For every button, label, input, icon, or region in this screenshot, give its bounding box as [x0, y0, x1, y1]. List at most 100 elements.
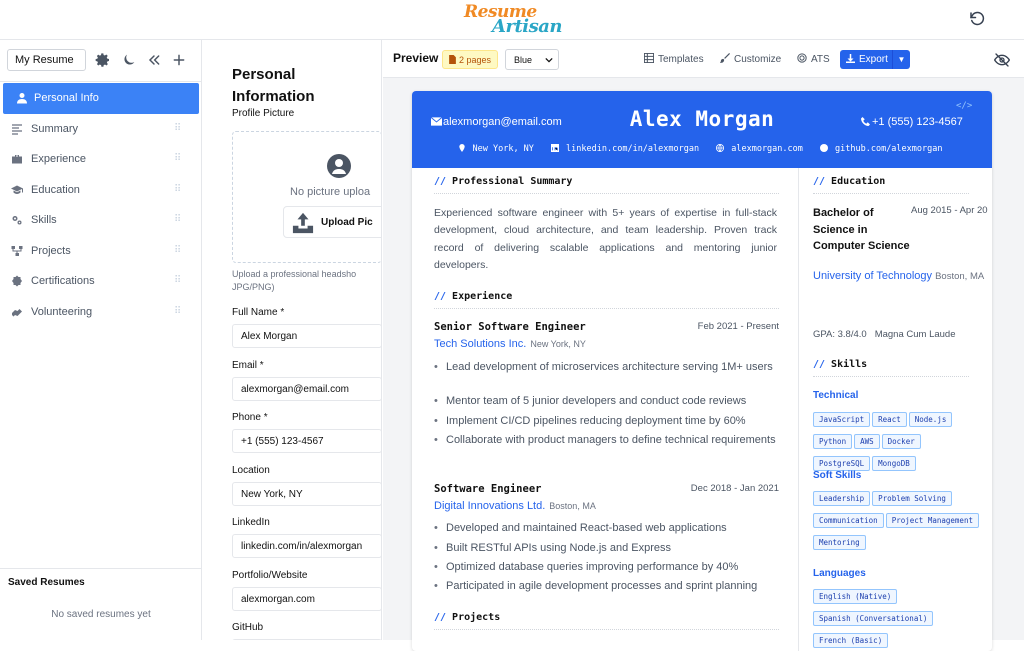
section-divider [434, 308, 779, 309]
job-bullet: Lead development of microservices archit… [434, 360, 779, 376]
resume-side-column: //Education Bachelor of Science in Compu… [798, 168, 992, 651]
saved-resumes-empty: No saved resumes yet [51, 609, 151, 620]
skill-tag: MongoDB [872, 456, 916, 471]
page-count-badge: 2 pages [442, 50, 498, 69]
resume-website[interactable]: alexmorgan.com [716, 144, 807, 154]
education-degree: Bachelor of Science in Computer Science [813, 207, 910, 252]
website-input[interactable]: alexmorgan.com [232, 587, 381, 611]
job-bullet: Collaborate with product managers to def… [434, 433, 779, 449]
location-input[interactable]: New York, NY [232, 482, 381, 506]
preview-toolbar: Preview 2 pages Blue Templates Customize… [383, 40, 1024, 78]
sidebar-item-personal-info[interactable]: Personal Info [3, 83, 199, 114]
sidebar-item-summary[interactable]: Summary ⠿ [0, 114, 202, 145]
drag-handle-icon[interactable]: ⠿ [174, 214, 181, 225]
download-icon [846, 54, 855, 63]
drag-handle-icon[interactable]: ⠿ [174, 275, 181, 286]
export-dropdown-caret[interactable]: ▼ [892, 50, 910, 69]
sidebar-item-experience[interactable]: Experience ⠿ [0, 144, 202, 175]
sidebar-item-label: Skills [31, 214, 57, 226]
saved-resumes-title: Saved Resumes [8, 577, 85, 588]
profile-picture-label: Profile Picture [232, 108, 295, 119]
resume-github[interactable]: github.com/alexmorgan [820, 144, 946, 154]
skill-tag: PostgreSQL [813, 456, 871, 471]
customize-button[interactable]: Customize [720, 53, 781, 65]
eye-slash-icon[interactable] [994, 53, 1010, 67]
sidebar-item-volunteering[interactable]: Volunteering ⠿ [0, 297, 202, 328]
sidebar: My Resume Personal Info Summary ⠿ Experi… [0, 40, 202, 640]
email-input[interactable]: alexmorgan@email.com [232, 377, 381, 401]
ats-button[interactable]: ATS [797, 53, 830, 65]
drag-handle-icon[interactable]: ⠿ [174, 123, 181, 134]
drag-handle-icon[interactable]: ⠿ [174, 306, 181, 317]
phone-label: Phone * [232, 412, 268, 423]
collapse-icon[interactable] [146, 52, 162, 68]
drag-handle-icon[interactable]: ⠿ [174, 245, 181, 256]
resume-linkedin[interactable]: linkedin.com/in/alexmorgan [551, 144, 703, 154]
resume-linkedin-text: linkedin.com/in/alexmorgan [566, 144, 700, 154]
skill-tag: Mentoring [813, 535, 866, 550]
section-divider [813, 193, 969, 194]
phone-icon [861, 117, 870, 126]
gear-icon[interactable] [95, 52, 111, 68]
sitemap-icon [11, 245, 23, 256]
section-divider [434, 193, 779, 194]
upload-picture-button[interactable]: Upload Pic [283, 206, 381, 238]
skill-category: Technical [813, 390, 859, 401]
profile-picture-dropzone[interactable]: No picture uploa Upload Pic [232, 131, 381, 263]
resume-phone: +1 (555) 123-4567 [860, 116, 963, 128]
resume-phone-text: +1 (555) 123-4567 [872, 116, 963, 128]
projects-heading: //Projects [434, 612, 501, 623]
sidebar-item-certifications[interactable]: Certifications ⠿ [0, 266, 202, 297]
section-divider [434, 629, 779, 630]
theme-select[interactable]: Blue [505, 49, 559, 70]
job-title: Senior Software Engineer [434, 321, 586, 333]
github-label: GitHub [232, 622, 264, 633]
resume-website-text: alexmorgan.com [731, 144, 803, 154]
upload-icon [292, 212, 314, 234]
avatar-placeholder-icon [327, 154, 351, 178]
upload-picture-label: Upload Pic [321, 217, 373, 228]
moon-icon[interactable] [121, 52, 137, 68]
plus-icon[interactable] [171, 52, 187, 68]
skill-tag: JavaScript [813, 412, 871, 427]
undo-icon[interactable] [968, 10, 986, 28]
templates-button[interactable]: Templates [643, 52, 704, 65]
sidebar-item-label: Certifications [31, 275, 95, 287]
linkedin-input[interactable]: linkedin.com/in/alexmorgan [232, 534, 381, 558]
resume-name-input[interactable]: My Resume [7, 49, 86, 71]
preview-pane: Preview 2 pages Blue Templates Customize… [383, 40, 1024, 651]
drag-handle-icon[interactable]: ⠿ [174, 184, 181, 195]
skill-tags: English (Native) Spanish (Conversational)… [813, 586, 983, 651]
chevron-down-icon [545, 57, 553, 63]
website-label: Portfolio/Website [232, 570, 308, 581]
full-name-input[interactable]: Alex Morgan [232, 324, 381, 348]
drag-handle-icon[interactable]: ⠿ [174, 153, 181, 164]
export-button[interactable]: Export ▼ [840, 50, 910, 69]
ats-label: ATS [811, 54, 830, 65]
education-heading: //Education [813, 176, 886, 187]
export-label: Export [859, 54, 888, 65]
phone-input[interactable]: +1 (555) 123-4567 [232, 429, 381, 453]
top-bar: Resume Artisan [0, 0, 1024, 40]
sidebar-item-education[interactable]: Education ⠿ [0, 175, 202, 206]
personal-info-form: Personal Information Profile Picture No … [202, 40, 382, 640]
theme-select-value: Blue [514, 55, 533, 65]
globe-icon [716, 144, 725, 153]
sidebar-item-projects[interactable]: Projects ⠿ [0, 236, 202, 267]
full-name-label: Full Name * [232, 307, 285, 318]
skill-tag: English (Native) [813, 589, 898, 604]
resume-location-text: New York, NY [472, 144, 534, 154]
linkedin-icon [551, 144, 560, 152]
app-logo[interactable]: Resume Artisan [462, 2, 563, 38]
skill-category: Languages [813, 568, 866, 579]
saved-resumes-panel: Saved Resumes No saved resumes yet [0, 568, 202, 640]
email-label: Email * [232, 360, 264, 371]
sidebar-item-skills[interactable]: Skills ⠿ [0, 205, 202, 236]
skill-tag: AWS [854, 434, 880, 449]
page-count-text: 2 pages [459, 55, 492, 65]
github-icon [820, 144, 829, 152]
lines-icon [12, 123, 22, 135]
skill-tag: Problem Solving [872, 491, 952, 506]
linkedin-label: LinkedIn [232, 517, 270, 528]
map-pin-icon [458, 144, 465, 152]
